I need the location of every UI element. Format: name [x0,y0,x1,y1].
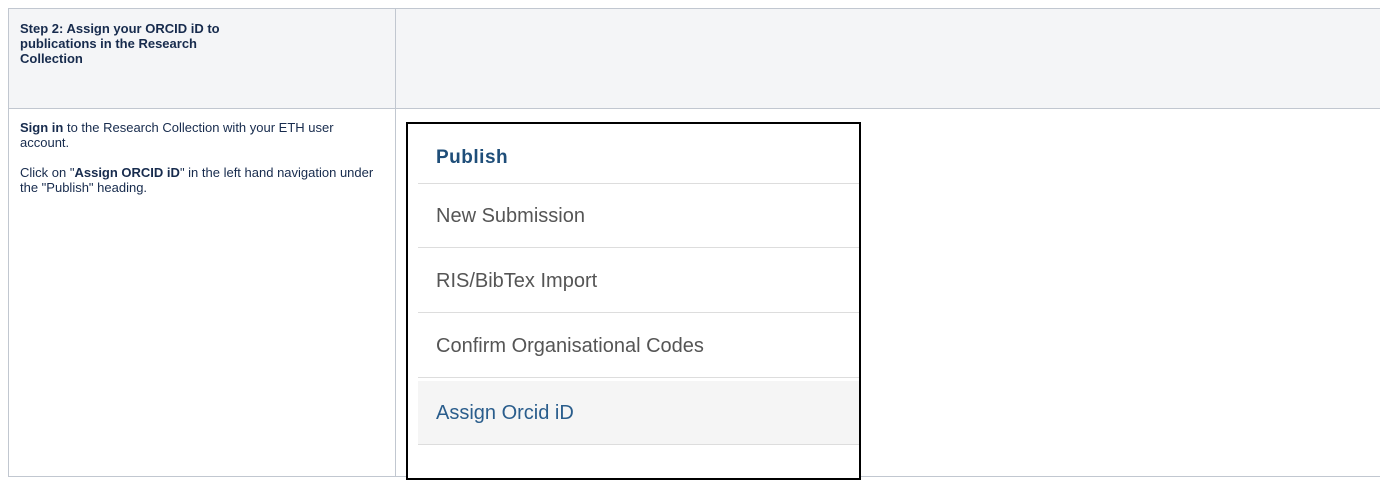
nav-item-assign-orcid-id[interactable]: Assign Orcid iD [418,381,861,445]
header-cell-empty [396,9,1380,109]
instruction-click-assign: Click on "Assign ORCID iD" in the left h… [20,165,385,195]
instruction-sign-in: Sign in to the Research Collection with … [20,120,385,150]
table-body-row: Sign in to the Research Collection with … [9,109,1380,477]
nav-item-confirm-organisational-codes[interactable]: Confirm Organisational Codes [418,314,861,378]
assign-orcid-bold: Assign ORCID iD [74,165,179,180]
nav-item-ris-bibtex-import[interactable]: RIS/BibTex Import [418,249,861,313]
sign-in-text: to the Research Collection with your ETH… [20,120,334,150]
instructions-cell: Sign in to the Research Collection with … [9,109,396,477]
publish-heading: Publish [418,124,861,184]
header-cell-step: Step 2: Assign your ORCID iD to publicat… [9,9,396,109]
navigation-screenshot: Publish New Submission RIS/BibTex Import… [406,122,861,480]
click-text-pre: Click on " [20,165,74,180]
screenshot-cell: Publish New Submission RIS/BibTex Import… [396,109,1380,477]
sign-in-bold: Sign in [20,120,63,135]
instructions-table: Step 2: Assign your ORCID iD to publicat… [8,8,1380,477]
nav-item-new-submission[interactable]: New Submission [418,184,861,248]
step-title: Step 2: Assign your ORCID iD to publicat… [20,21,252,66]
table-header-row: Step 2: Assign your ORCID iD to publicat… [9,9,1380,109]
